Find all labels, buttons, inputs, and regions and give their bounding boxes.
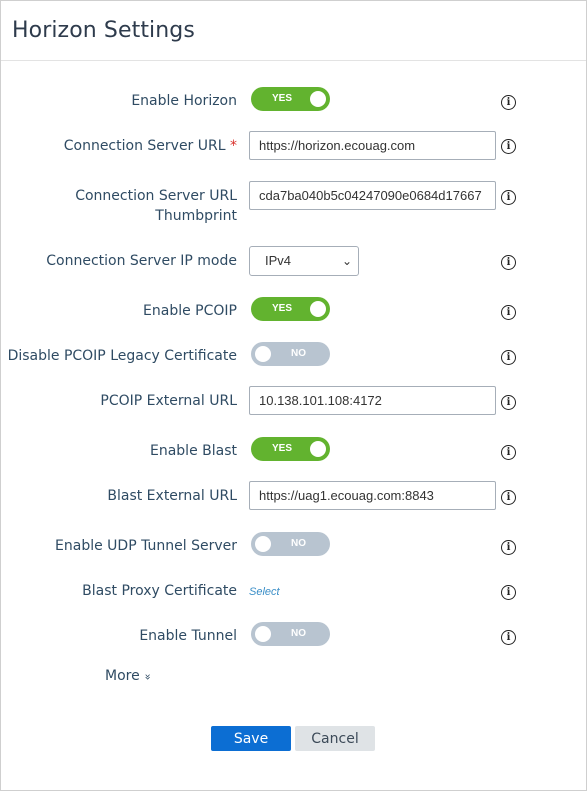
toggle-state-label: YES bbox=[272, 303, 293, 314]
enable-tunnel-label: Enable Tunnel bbox=[139, 628, 237, 644]
chevron-down-icon: ⌄ bbox=[341, 254, 352, 268]
info-icon[interactable]: i bbox=[501, 445, 516, 460]
panel-header: Horizon Settings bbox=[1, 1, 586, 61]
enable-horizon-label: Enable Horizon bbox=[131, 93, 237, 109]
connection-server-thumbprint-input[interactable]: cda7ba040b5c04247090e0684d17667 bbox=[249, 181, 496, 210]
toggle-state-label: YES bbox=[272, 443, 293, 454]
required-marker: * bbox=[230, 138, 237, 154]
toggle-state-label: NO bbox=[291, 538, 306, 549]
info-icon[interactable]: i bbox=[501, 139, 516, 154]
horizon-settings-panel: Horizon Settings Enable Horizon YES i Co… bbox=[0, 0, 587, 791]
info-icon[interactable]: i bbox=[501, 350, 516, 365]
toggle-knob bbox=[255, 346, 271, 362]
info-icon[interactable]: i bbox=[501, 490, 516, 505]
toggle-knob bbox=[310, 91, 326, 107]
enable-pcoip-label: Enable PCOIP bbox=[143, 303, 237, 319]
pcoip-external-url-label: PCOIP External URL bbox=[100, 393, 237, 409]
save-button[interactable]: Save bbox=[211, 726, 291, 751]
info-icon[interactable]: i bbox=[501, 540, 516, 555]
disable-pcoip-legacy-cert-toggle[interactable]: NO bbox=[251, 342, 330, 366]
info-icon[interactable]: i bbox=[501, 305, 516, 320]
ip-mode-selected-value: IPv4 bbox=[265, 253, 292, 268]
enable-pcoip-toggle[interactable]: YES bbox=[251, 297, 330, 321]
double-chevron-down-icon: » bbox=[141, 673, 155, 681]
enable-udp-tunnel-server-label: Enable UDP Tunnel Server bbox=[55, 538, 237, 554]
toggle-state-label: NO bbox=[291, 348, 306, 359]
thumbprint-label-line1: Connection Server URL bbox=[75, 188, 237, 204]
info-icon[interactable]: i bbox=[501, 395, 516, 410]
toggle-state-label: NO bbox=[291, 628, 306, 639]
more-label: More bbox=[105, 668, 140, 684]
ip-mode-select[interactable]: IPv4 ⌄ bbox=[249, 246, 359, 276]
blast-external-url-input[interactable]: https://uag1.ecouag.com:8843 bbox=[249, 481, 496, 510]
enable-udp-tunnel-server-toggle[interactable]: NO bbox=[251, 532, 330, 556]
info-icon[interactable]: i bbox=[501, 95, 516, 110]
connection-server-url-input[interactable]: https://horizon.ecouag.com bbox=[249, 131, 496, 160]
toggle-knob bbox=[255, 626, 271, 642]
more-toggle-link[interactable]: More » bbox=[105, 666, 155, 687]
toggle-knob bbox=[310, 441, 326, 457]
connection-server-url-label: Connection Server URL * bbox=[7, 136, 237, 156]
enable-horizon-toggle[interactable]: YES bbox=[251, 87, 330, 111]
pcoip-external-url-input[interactable]: 10.138.101.108:4172 bbox=[249, 386, 496, 415]
thumbprint-label-line2: Thumbprint bbox=[155, 208, 237, 224]
info-icon[interactable]: i bbox=[501, 255, 516, 270]
toggle-state-label: YES bbox=[272, 93, 293, 104]
enable-tunnel-toggle[interactable]: NO bbox=[251, 622, 330, 646]
connection-server-ip-mode-label: Connection Server IP mode bbox=[46, 253, 237, 269]
blast-proxy-certificate-label: Blast Proxy Certificate bbox=[82, 583, 237, 599]
connection-server-url-label-text: Connection Server URL bbox=[63, 138, 226, 154]
cancel-button[interactable]: Cancel bbox=[295, 726, 375, 751]
blast-external-url-label: Blast External URL bbox=[107, 488, 237, 504]
page-title: Horizon Settings bbox=[12, 18, 195, 43]
toggle-knob bbox=[310, 301, 326, 317]
blast-proxy-certificate-select-link[interactable]: Select bbox=[249, 582, 280, 602]
info-icon[interactable]: i bbox=[501, 630, 516, 645]
connection-server-thumbprint-label: Connection Server URL Thumbprint bbox=[7, 186, 237, 226]
disable-pcoip-legacy-cert-label: Disable PCOIP Legacy Certificate bbox=[7, 348, 237, 364]
toggle-knob bbox=[255, 536, 271, 552]
info-icon[interactable]: i bbox=[501, 585, 516, 600]
info-icon[interactable]: i bbox=[501, 190, 516, 205]
enable-blast-label: Enable Blast bbox=[150, 443, 237, 459]
enable-blast-toggle[interactable]: YES bbox=[251, 437, 330, 461]
